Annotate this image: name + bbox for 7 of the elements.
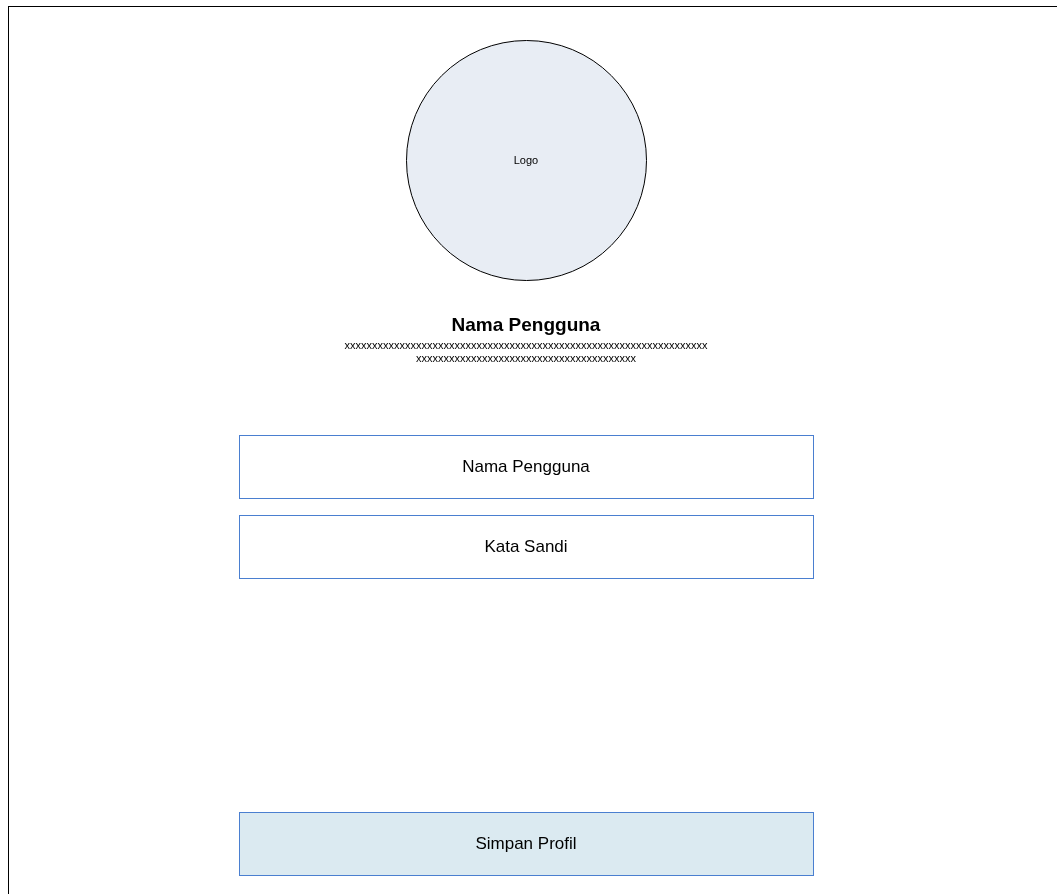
save-profile-button[interactable]: Simpan Profil xyxy=(238,812,814,876)
logo-label: Logo xyxy=(513,153,539,169)
input-field[interactable]: Nama Pengguna xyxy=(238,434,814,499)
description-line: xxxxxxxxxxxxxxxxxxxxxxxxxxxxxxxxxxxxxxxxxxxxxxxxxxxxxxxxxxxxxxxxxx xyxy=(344,338,708,352)
input-field[interactable]: Kata Sandi xyxy=(238,514,814,579)
description-line: xxxxxxxxxxxxxxxxxxxxxxxxxxxxxxxxxxxxxxxx xyxy=(416,351,636,365)
profile-name: Nama Pengguna xyxy=(451,313,601,337)
